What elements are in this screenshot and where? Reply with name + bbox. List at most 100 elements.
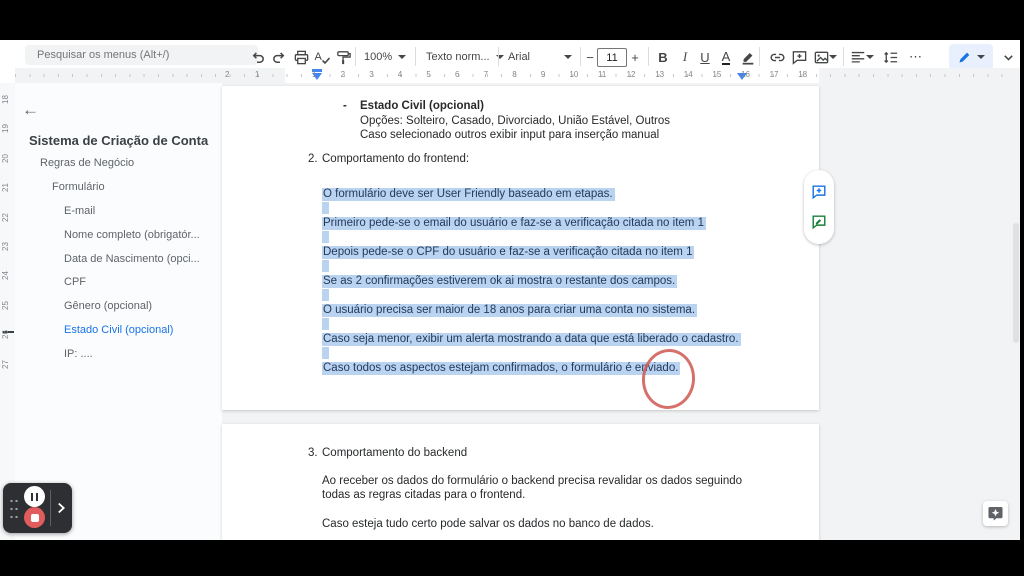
- outline-item-formulario[interactable]: Formulário: [52, 181, 105, 193]
- selected-text-line[interactable]: O usuário precisa ser maior de 18 anos p…: [322, 303, 697, 317]
- zoom-select[interactable]: 100%: [364, 46, 406, 68]
- font-select[interactable]: Arial: [508, 46, 572, 68]
- toolbar-separator: [759, 47, 760, 66]
- selected-text-line[interactable]: Se as 2 confirmações estiverem ok ai mos…: [322, 274, 677, 288]
- comment-add-icon: [811, 184, 827, 200]
- doc-heading-frontend[interactable]: Comportamento do frontend:: [322, 152, 469, 166]
- selected-empty-line: [322, 318, 329, 330]
- doc-heading-backend[interactable]: Comportamento do backend: [322, 446, 467, 460]
- more-options-button[interactable]: ⋯: [905, 46, 927, 68]
- toolbar-separator: [415, 47, 416, 66]
- vertical-scrollbar-thumb[interactable]: [1013, 223, 1019, 343]
- bold-button[interactable]: B: [652, 46, 674, 68]
- spellcheck-button[interactable]: A: [311, 46, 333, 68]
- highlight-color-button[interactable]: [737, 46, 759, 68]
- outline-item-regras-de-negocio[interactable]: Regras de Negócio: [40, 157, 134, 169]
- horizontal-ruler[interactable]: 21123456789101112131415161718: [15, 68, 1020, 84]
- chevron-down-icon: [496, 55, 504, 59]
- ruler-number: 2: [225, 70, 229, 79]
- list-number: 3.: [308, 446, 318, 460]
- ruler-number: 18: [1, 95, 10, 104]
- editing-mode-button[interactable]: [949, 44, 993, 70]
- doc-heading-estado-civil[interactable]: Estado Civil (opcional): [360, 99, 484, 113]
- font-value: Arial: [508, 51, 530, 63]
- selected-text-line[interactable]: O formulário deve ser User Friendly base…: [322, 187, 615, 201]
- stop-icon: [31, 514, 39, 522]
- line-spacing-button[interactable]: [879, 46, 901, 68]
- chevron-down-icon: [398, 55, 406, 59]
- doc-text-line[interactable]: Caso esteja tudo certo pode salvar os da…: [322, 517, 654, 531]
- italic-button[interactable]: I: [674, 46, 696, 68]
- underline-button[interactable]: U: [694, 46, 716, 68]
- ruler-number: 23: [1, 242, 10, 251]
- selected-empty-line: [322, 347, 329, 359]
- style-value: Texto norm...: [426, 51, 490, 63]
- outline-item-data-nascimento[interactable]: Data de Nascimento (opci...: [64, 253, 200, 265]
- spellcheck-icon: A: [313, 48, 331, 66]
- doc-text-line[interactable]: Opções: Solteiro, Casado, Divorciado, Un…: [360, 114, 670, 128]
- outline-item-genero[interactable]: Gênero (opcional): [64, 300, 152, 312]
- hide-menus-button[interactable]: [997, 46, 1019, 68]
- suggest-edits-button[interactable]: [811, 214, 827, 230]
- highlighter-icon: [740, 49, 756, 65]
- outline-item-nome-completo[interactable]: Nome completo (obrigatór...: [64, 229, 200, 241]
- decrease-font-size-button[interactable]: −: [583, 46, 597, 68]
- document-page-1[interactable]: - Estado Civil (opcional) Opções: Soltei…: [222, 86, 819, 410]
- ruler-number: 15: [712, 70, 721, 79]
- paint-format-button[interactable]: [332, 46, 354, 68]
- pause-icon: [31, 493, 34, 501]
- selected-empty-line: [322, 260, 329, 272]
- zoom-value: 100%: [364, 51, 392, 63]
- selected-text-line[interactable]: Caso seja menor, exibir um alerta mostra…: [322, 332, 741, 346]
- align-dropdown[interactable]: [864, 46, 876, 68]
- redo-button[interactable]: [268, 46, 290, 68]
- chevron-right-icon: [53, 500, 69, 516]
- recorder-pause-button[interactable]: [24, 486, 45, 507]
- print-icon: [293, 49, 310, 66]
- search-input[interactable]: [25, 45, 258, 65]
- font-size-value[interactable]: 11: [597, 48, 627, 67]
- selected-text-line[interactable]: Primeiro pede-se o email do usuário e fa…: [322, 216, 706, 230]
- explore-button[interactable]: [983, 501, 1008, 526]
- toolbar-separator: [498, 47, 499, 66]
- print-button[interactable]: [290, 46, 312, 68]
- ruler-number: 25: [1, 301, 10, 310]
- document-page-2[interactable]: 3. Comportamento do backend Ao receber o…: [222, 424, 819, 540]
- text-color-button[interactable]: A: [715, 46, 737, 68]
- add-comment-button[interactable]: [788, 46, 810, 68]
- line-spacing-icon: [882, 49, 899, 66]
- doc-text-line[interactable]: todas as regras citadas para o frontend.: [322, 488, 525, 502]
- undo-button[interactable]: [246, 46, 268, 68]
- doc-text-line[interactable]: Caso selecionado outros exibir input par…: [360, 128, 659, 142]
- doc-text-line[interactable]: Ao receber os dados do formulário o back…: [322, 474, 742, 488]
- ruler-number: 18: [798, 70, 807, 79]
- recorder-stop-button[interactable]: [24, 507, 45, 528]
- selected-text-line[interactable]: Depois pede-se o CPF do usuário e faz-se…: [322, 245, 694, 259]
- recorder-drag-handle[interactable]: [9, 497, 18, 519]
- outline-item-email[interactable]: E-mail: [64, 205, 95, 217]
- increase-font-size-button[interactable]: +: [628, 46, 642, 68]
- ruler-number: 24: [1, 271, 10, 280]
- paint-roller-icon: [335, 49, 352, 66]
- outline-document-title[interactable]: Sistema de Criação de Conta: [29, 133, 208, 148]
- recorder-expand-button[interactable]: [53, 500, 69, 521]
- outline-item-estado-civil[interactable]: Estado Civil (opcional): [64, 324, 173, 336]
- ruler-number: 9: [541, 70, 545, 79]
- image-options-dropdown[interactable]: [827, 46, 839, 68]
- margin-add-comment-button[interactable]: [811, 184, 827, 200]
- redo-icon: [271, 49, 288, 66]
- close-outline-button[interactable]: ←: [22, 100, 39, 120]
- chevron-down-icon: [977, 55, 985, 59]
- selected-text-line[interactable]: Caso todos os aspectos estejam confirmad…: [322, 361, 680, 375]
- paragraph-style-select[interactable]: Texto norm...: [426, 46, 504, 68]
- ruler-number: 6: [455, 70, 459, 79]
- insert-link-button[interactable]: [766, 46, 788, 68]
- ruler-number: 5: [426, 70, 430, 79]
- vertical-ruler[interactable]: 18192021222324252627: [0, 83, 16, 540]
- outline-item-cpf[interactable]: CPF: [64, 276, 86, 288]
- outline-item-ip[interactable]: IP: ....: [64, 348, 93, 360]
- letterbox-bottom: [0, 540, 1024, 576]
- svg-text:A: A: [315, 51, 323, 63]
- toolbar-separator: [580, 47, 581, 66]
- toolbar-separator: [355, 47, 356, 66]
